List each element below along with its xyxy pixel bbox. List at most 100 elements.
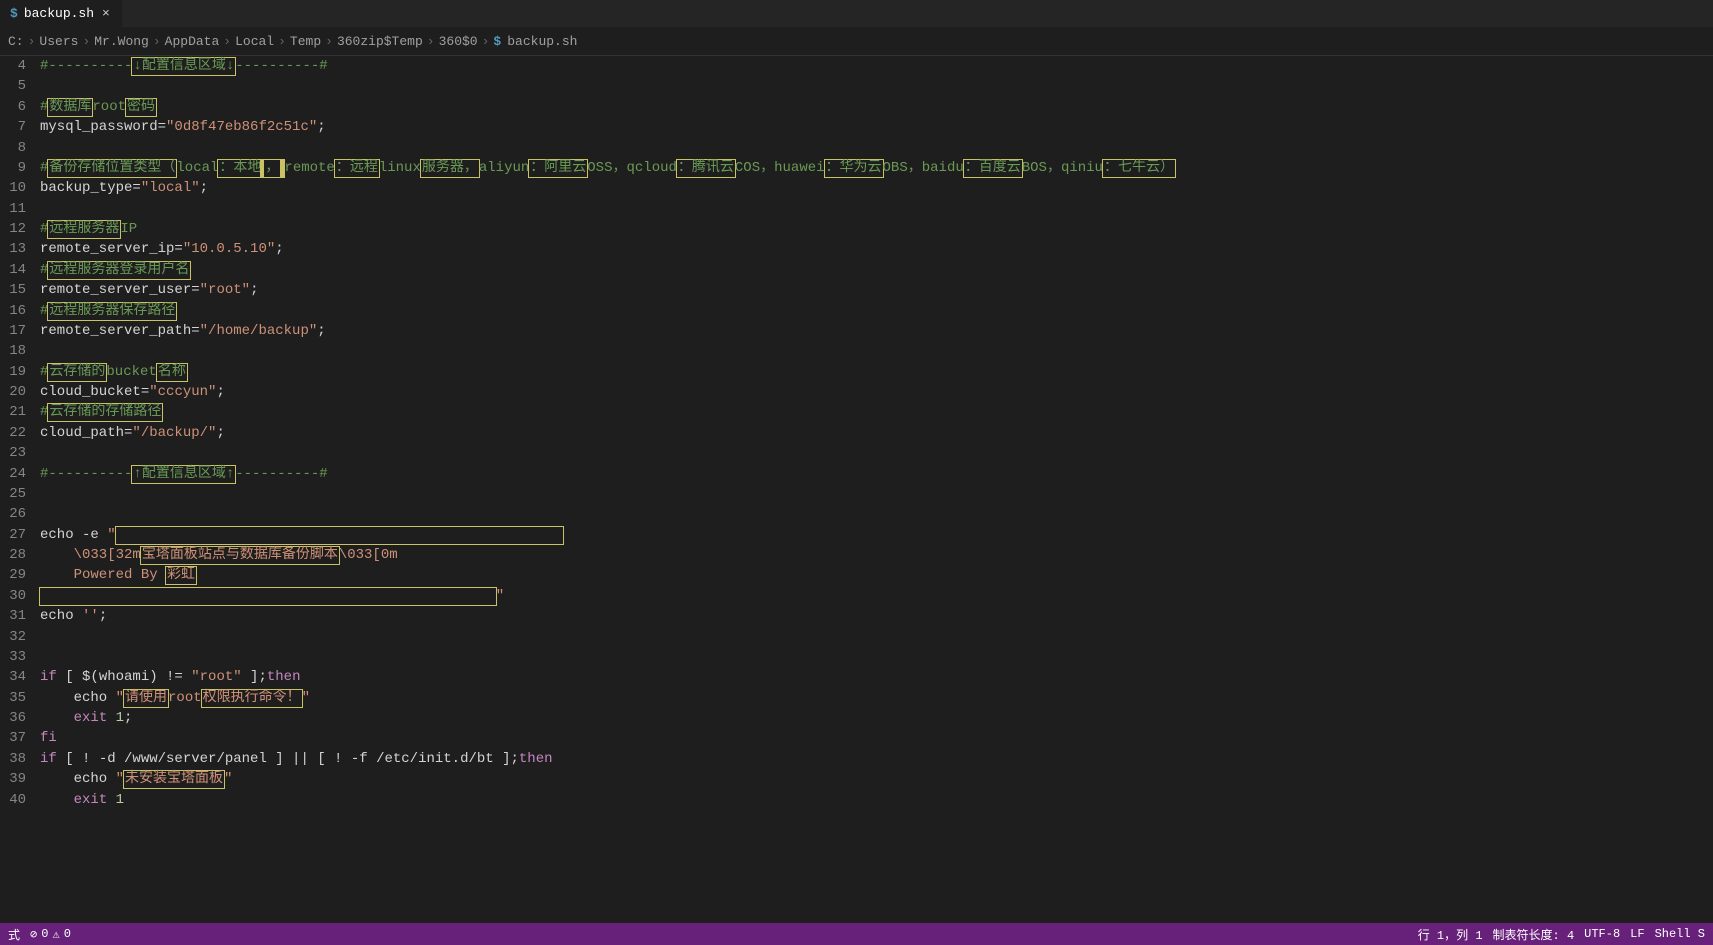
code-line[interactable] xyxy=(40,76,1705,96)
error-count: 0 xyxy=(41,927,48,941)
line-number: 11 xyxy=(8,199,26,219)
line-number: 30 xyxy=(8,586,26,606)
line-number: 25 xyxy=(8,484,26,504)
close-icon[interactable]: × xyxy=(100,6,112,21)
line-number: 23 xyxy=(8,443,26,463)
status-eol[interactable]: LF xyxy=(1630,927,1644,941)
chevron-right-icon: › xyxy=(153,34,161,49)
line-number: 17 xyxy=(8,321,26,341)
code-line[interactable] xyxy=(40,647,1705,667)
code-line[interactable]: mysql_password="0d8f47eb86f2c51c"; xyxy=(40,117,1705,137)
chevron-right-icon: › xyxy=(427,34,435,49)
code-line[interactable]: backup_type="local"; xyxy=(40,178,1705,198)
code-line[interactable]: remote_server_ip="10.0.5.10"; xyxy=(40,239,1705,259)
code-line[interactable]: #----------↓配置信息区域↓----------# xyxy=(40,56,1705,76)
code-line[interactable]: #----------↑配置信息区域↑----------# xyxy=(40,464,1705,484)
code-line[interactable]: echo ''; xyxy=(40,606,1705,626)
code-line[interactable]: echo -e " xyxy=(40,525,1705,545)
line-number: 20 xyxy=(8,382,26,402)
chevron-right-icon: › xyxy=(223,34,231,49)
code-line[interactable]: cloud_path="/backup/"; xyxy=(40,423,1705,443)
line-number: 12 xyxy=(8,219,26,239)
code-line[interactable]: #云存储的存储路径 xyxy=(40,402,1705,422)
breadcrumb-filename[interactable]: backup.sh xyxy=(507,34,577,49)
tab-backup-sh[interactable]: $ backup.sh × xyxy=(0,0,122,27)
code-line[interactable]: #远程服务器登录用户名 xyxy=(40,260,1705,280)
warning-count: 0 xyxy=(64,927,71,941)
breadcrumb-segment[interactable]: Users xyxy=(39,34,78,49)
line-number: 32 xyxy=(8,627,26,647)
line-number: 10 xyxy=(8,178,26,198)
line-number: 35 xyxy=(8,688,26,708)
code-line[interactable]: if [ ! -d /www/server/panel ] || [ ! -f … xyxy=(40,749,1705,769)
line-number: 5 xyxy=(8,76,26,96)
status-encoding[interactable]: UTF-8 xyxy=(1584,927,1620,941)
status-language[interactable]: Shell S xyxy=(1655,927,1705,941)
code-line[interactable]: remote_server_user="root"; xyxy=(40,280,1705,300)
status-bar: 式 ⊘0 ⚠0 行 1，列 1 制表符长度: 4 UTF-8 LF Shell … xyxy=(0,923,1713,945)
code-line[interactable]: #远程服务器IP xyxy=(40,219,1705,239)
code-line[interactable]: echo "未安装宝塔面板" xyxy=(40,769,1705,789)
chevron-right-icon: › xyxy=(82,34,90,49)
line-number: 37 xyxy=(8,728,26,748)
code-line[interactable]: if [ $(whoami) != "root" ];then xyxy=(40,667,1705,687)
tab-bar: $ backup.sh × xyxy=(0,0,1713,28)
breadcrumb-segment[interactable]: 360zip$Temp xyxy=(337,34,423,49)
status-tabsize[interactable]: 制表符长度: 4 xyxy=(1493,926,1575,943)
code-line[interactable]: fi xyxy=(40,728,1705,748)
line-number: 40 xyxy=(8,790,26,810)
code-line[interactable]: remote_server_path="/home/backup"; xyxy=(40,321,1705,341)
chevron-right-icon: › xyxy=(482,34,490,49)
tab-label: backup.sh xyxy=(24,6,94,21)
line-number: 6 xyxy=(8,97,26,117)
line-number: 26 xyxy=(8,504,26,524)
code-line[interactable] xyxy=(40,627,1705,647)
breadcrumb-segment[interactable]: Mr.Wong xyxy=(94,34,149,49)
line-number: 36 xyxy=(8,708,26,728)
code-line[interactable] xyxy=(40,199,1705,219)
line-number: 27 xyxy=(8,525,26,545)
line-number: 39 xyxy=(8,769,26,789)
code-line[interactable]: #数据库root密码 xyxy=(40,97,1705,117)
line-number: 22 xyxy=(8,423,26,443)
breadcrumb[interactable]: C:›Users›Mr.Wong›AppData›Local›Temp›360z… xyxy=(0,28,1713,56)
line-number: 15 xyxy=(8,280,26,300)
line-number-gutter: 4567891011121314151617181920212223242526… xyxy=(0,56,40,923)
editor-area[interactable]: 4567891011121314151617181920212223242526… xyxy=(0,56,1713,923)
code-line[interactable] xyxy=(40,443,1705,463)
breadcrumb-segment[interactable]: C: xyxy=(8,34,24,49)
code-line[interactable]: exit 1 xyxy=(40,790,1705,810)
code-line[interactable]: echo "请使用root权限执行命令！" xyxy=(40,688,1705,708)
warning-icon: ⚠ xyxy=(52,927,59,942)
code-line[interactable] xyxy=(40,504,1705,524)
code-line[interactable] xyxy=(40,484,1705,504)
breadcrumb-segment[interactable]: Temp xyxy=(290,34,321,49)
line-number: 28 xyxy=(8,545,26,565)
code-line[interactable]: exit 1; xyxy=(40,708,1705,728)
status-mode[interactable]: 式 xyxy=(8,926,20,943)
code-line[interactable]: cloud_bucket="cccyun"; xyxy=(40,382,1705,402)
code-line[interactable]: Powered By 彩虹 xyxy=(40,565,1705,585)
code-line[interactable]: " xyxy=(40,586,1705,606)
code-line[interactable] xyxy=(40,138,1705,158)
code-line[interactable]: #备份存储位置类型（local：本地，remote：远程linux服务器，ali… xyxy=(40,158,1705,178)
breadcrumb-segment[interactable]: 360$0 xyxy=(439,34,478,49)
line-number: 31 xyxy=(8,606,26,626)
line-number: 21 xyxy=(8,402,26,422)
status-cursor[interactable]: 行 1，列 1 xyxy=(1418,926,1483,943)
code-line[interactable]: #云存储的bucket名称 xyxy=(40,362,1705,382)
line-number: 9 xyxy=(8,158,26,178)
line-number: 13 xyxy=(8,239,26,259)
line-number: 7 xyxy=(8,117,26,137)
breadcrumb-segment[interactable]: AppData xyxy=(165,34,220,49)
breadcrumb-segment[interactable]: Local xyxy=(235,34,274,49)
line-number: 33 xyxy=(8,647,26,667)
line-number: 14 xyxy=(8,260,26,280)
line-number: 8 xyxy=(8,138,26,158)
status-problems[interactable]: ⊘0 ⚠0 xyxy=(30,927,71,942)
code-line[interactable] xyxy=(40,341,1705,361)
code-line[interactable]: \033[32m宝塔面板站点与数据库备份脚本\033[0m xyxy=(40,545,1705,565)
line-number: 18 xyxy=(8,341,26,361)
code-content[interactable]: #----------↓配置信息区域↓----------# #数据库root密… xyxy=(40,56,1713,923)
code-line[interactable]: #远程服务器保存路径 xyxy=(40,301,1705,321)
